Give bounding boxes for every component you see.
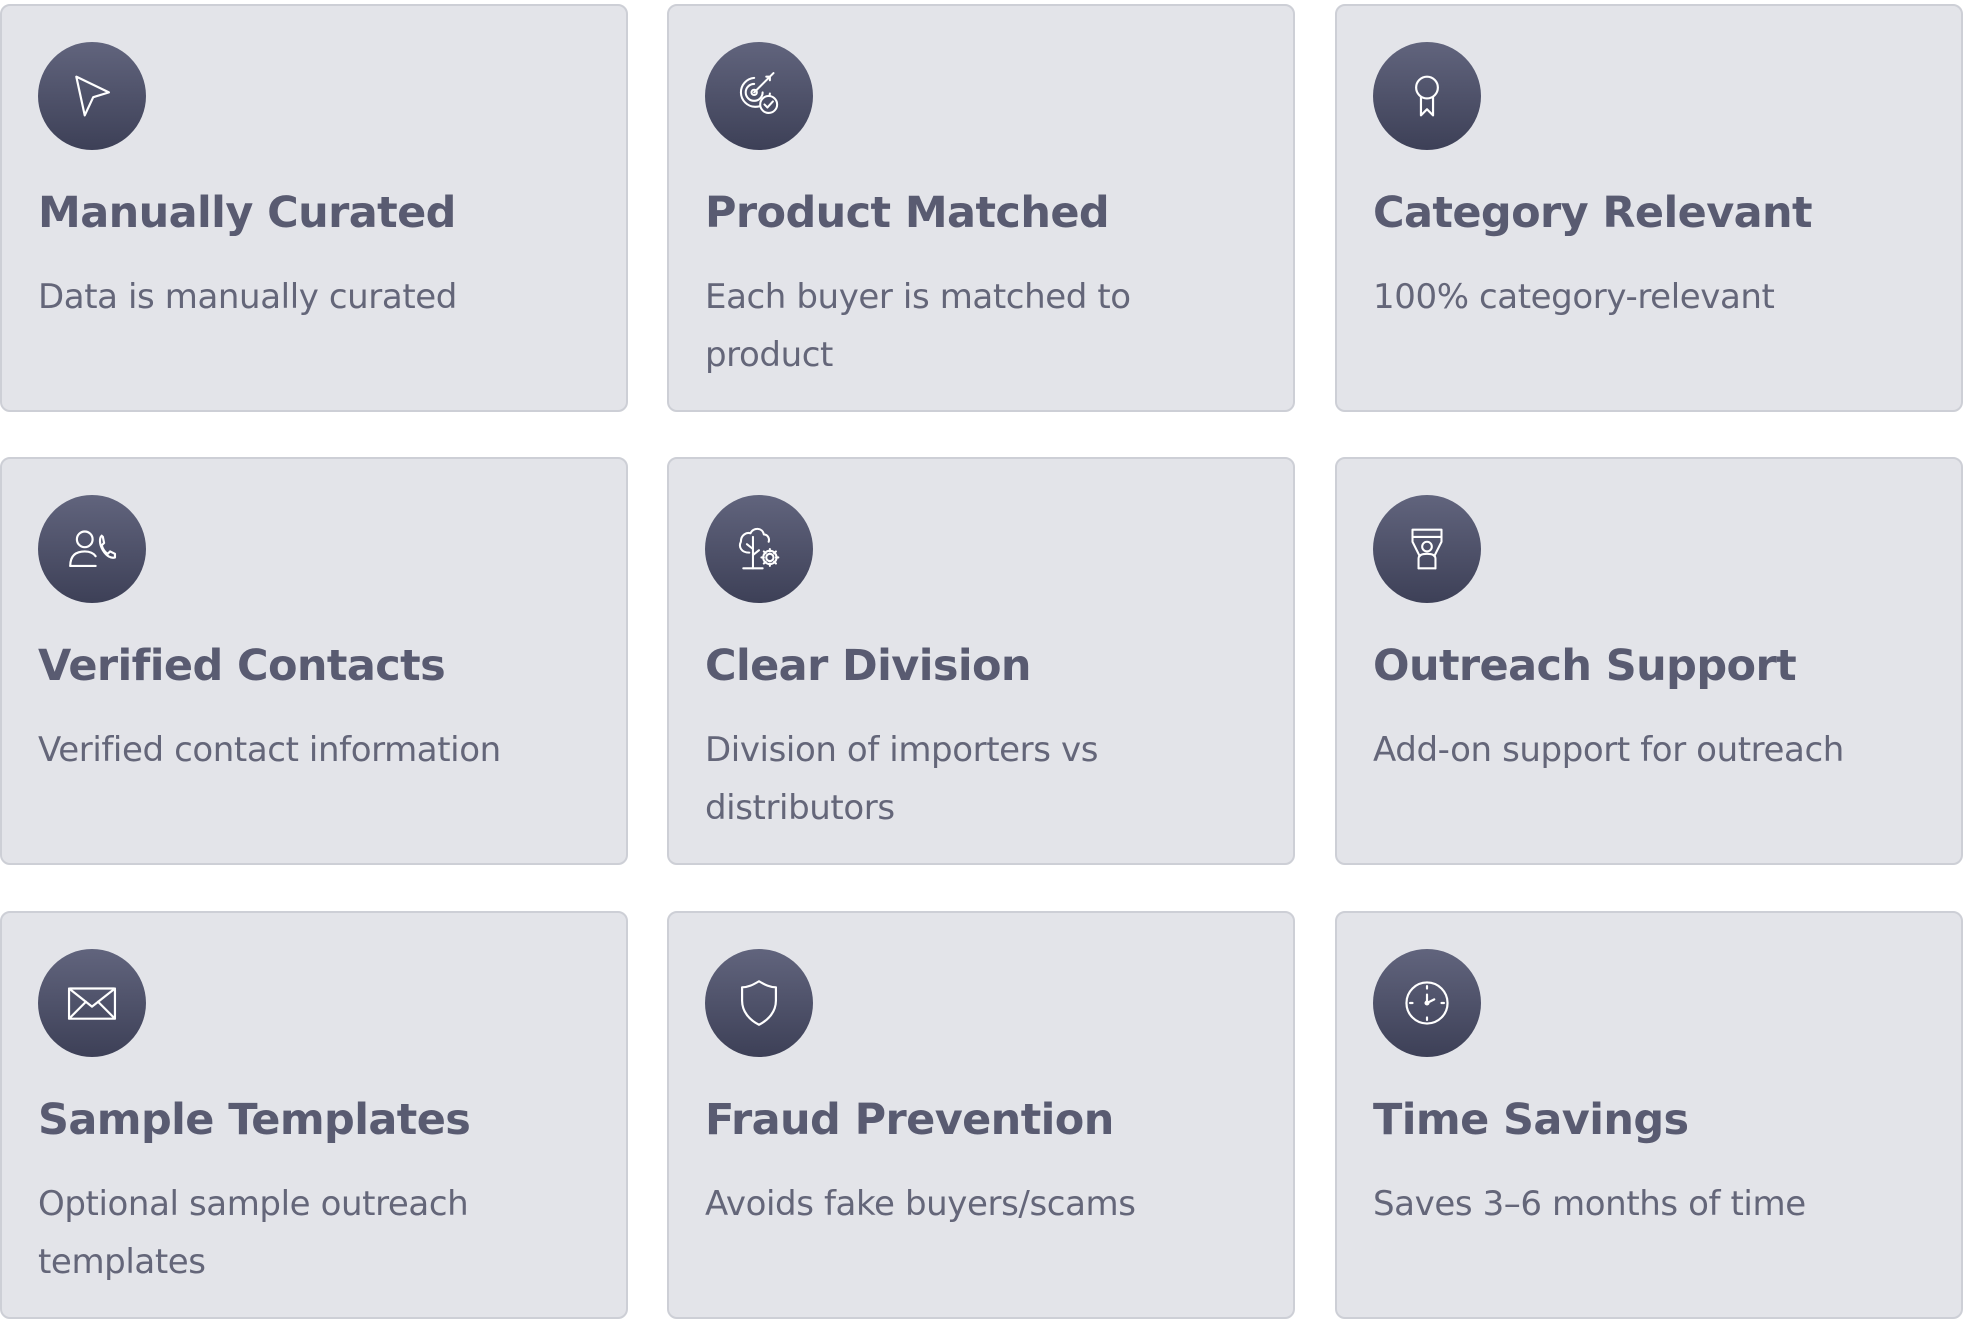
card-description: Avoids fake buyers/scams <box>705 1184 1136 1224</box>
card-description: Add-on support for outreach <box>1373 730 1844 770</box>
card-title: Clear Division <box>705 641 1032 691</box>
envelope-icon <box>38 949 146 1057</box>
card-description: Each buyer is matched to product <box>705 277 1131 375</box>
feature-card-time-savings: Time Savings Saves 3–6 months of time <box>1335 911 1963 1319</box>
card-description: Division of importers vs distributors <box>705 730 1099 828</box>
card-description: Verified contact information <box>38 730 501 770</box>
shield-icon <box>705 949 813 1057</box>
card-description: Optional sample outreach templates <box>38 1184 469 1282</box>
award-ribbon-icon <box>1373 42 1481 150</box>
card-description: 100% category-relevant <box>1373 277 1775 317</box>
card-title: Fraud Prevention <box>705 1095 1114 1145</box>
card-title: Manually Curated <box>38 188 456 238</box>
target-check-icon <box>705 42 813 150</box>
feature-card-outreach-support: Outreach Support Add-on support for outr… <box>1335 457 1963 865</box>
card-description: Saves 3–6 months of time <box>1373 1184 1806 1224</box>
card-description: Data is manually curated <box>38 277 457 317</box>
feature-grid: Manually Curated Data is manually curate… <box>0 0 1964 1324</box>
feature-card-category-relevant: Category Relevant 100% category-relevant <box>1335 4 1963 412</box>
feature-card-fraud-prevention: Fraud Prevention Avoids fake buyers/scam… <box>667 911 1295 1319</box>
tree-gear-icon <box>705 495 813 603</box>
card-title: Verified Contacts <box>38 641 446 691</box>
feature-card-sample-templates: Sample Templates Optional sample outreac… <box>0 911 628 1319</box>
clock-icon <box>1373 949 1481 1057</box>
feature-card-product-matched: Product Matched Each buyer is matched to… <box>667 4 1295 412</box>
card-title: Time Savings <box>1373 1095 1689 1145</box>
feature-card-manually-curated: Manually Curated Data is manually curate… <box>0 4 628 412</box>
feature-card-verified-contacts: Verified Contacts Verified contact infor… <box>0 457 628 865</box>
card-title: Outreach Support <box>1373 641 1797 691</box>
card-title: Category Relevant <box>1373 188 1813 238</box>
cursor-arrow-icon <box>38 42 146 150</box>
feature-card-clear-division: Clear Division Division of importers vs … <box>667 457 1295 865</box>
card-title: Sample Templates <box>38 1095 471 1145</box>
card-title: Product Matched <box>705 188 1110 238</box>
user-phone-icon <box>38 495 146 603</box>
person-banner-icon <box>1373 495 1481 603</box>
